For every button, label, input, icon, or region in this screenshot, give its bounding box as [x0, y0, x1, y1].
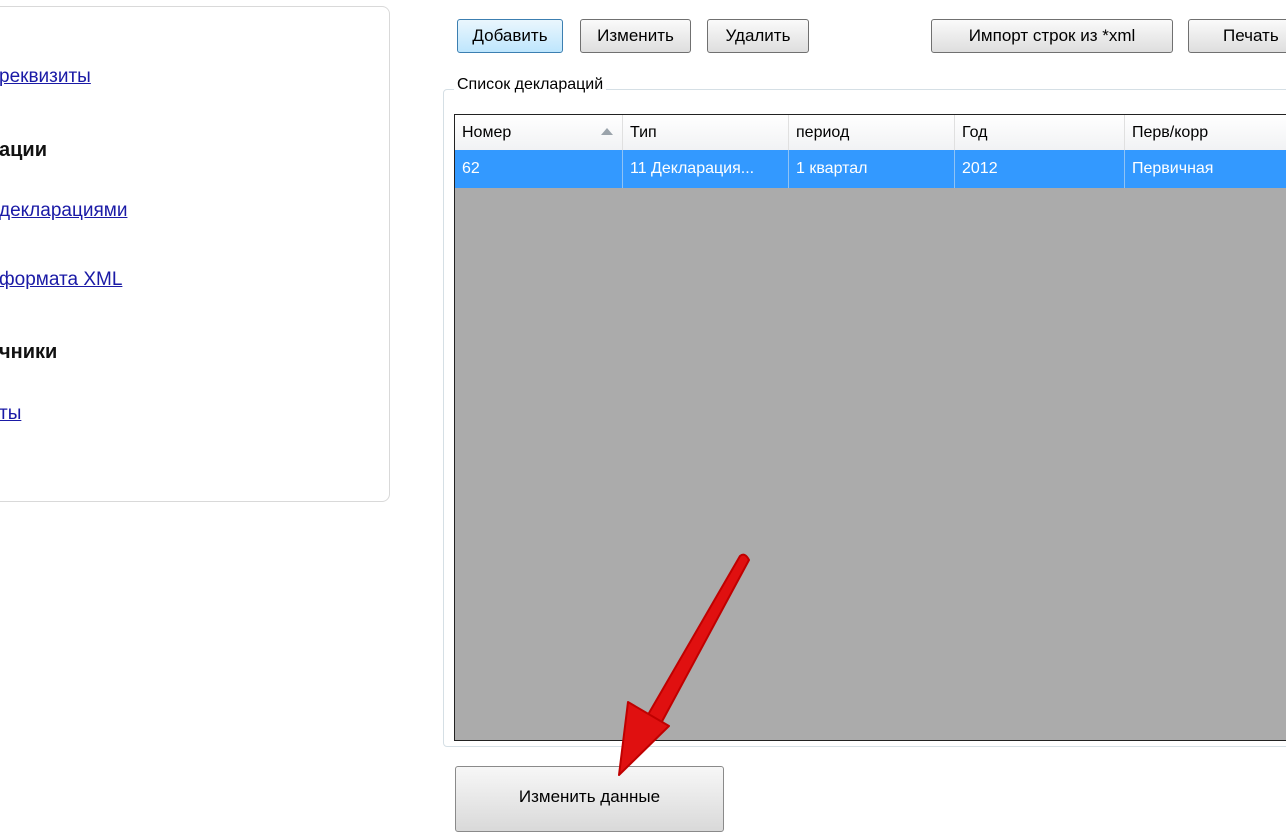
cell-year: 2012: [955, 150, 1125, 188]
import-xml-button[interactable]: Импорт строк из *xml: [931, 19, 1173, 53]
column-header-period[interactable]: период: [789, 115, 955, 150]
cell-period: 1 квартал: [789, 150, 955, 188]
nav-section-declarations-heading: ации: [0, 139, 48, 161]
change-data-button[interactable]: Изменить данные: [455, 766, 724, 832]
print-button[interactable]: Печать: [1188, 19, 1286, 53]
cell-type: 11 Декларация...: [623, 150, 789, 188]
column-header-primary-correction[interactable]: Перв/корр: [1125, 115, 1286, 150]
delete-button[interactable]: Удалить: [707, 19, 809, 53]
navigation-panel: реквизиты ации декларациями формата XML …: [0, 6, 390, 502]
add-button[interactable]: Добавить: [457, 19, 563, 53]
nav-link-declarations[interactable]: декларациями: [0, 200, 127, 222]
cell-primary-correction: Первичная: [1132, 160, 1214, 177]
declarations-group-title: Список деклараций: [454, 76, 607, 94]
column-header-number[interactable]: Номер: [455, 115, 623, 150]
declarations-table[interactable]: Номер Тип период Год Перв/корр 62 11 Дек…: [454, 114, 1286, 741]
nav-link-requisites[interactable]: реквизиты: [0, 66, 91, 88]
sort-ascending-icon: [601, 128, 613, 135]
column-header-type[interactable]: Тип: [623, 115, 789, 150]
nav-link-partial[interactable]: ты: [0, 403, 21, 425]
nav-link-xml-format[interactable]: формата XML: [0, 269, 122, 291]
edit-button[interactable]: Изменить: [580, 19, 691, 53]
table-row[interactable]: 62 11 Декларация... 1 квартал 2012 Перви…: [455, 150, 1286, 188]
column-header-year[interactable]: Год: [955, 115, 1125, 150]
nav-section-references-heading: чники: [0, 341, 58, 363]
cell-number: 62: [455, 150, 623, 188]
table-header: Номер Тип период Год Перв/корр: [455, 115, 1286, 151]
